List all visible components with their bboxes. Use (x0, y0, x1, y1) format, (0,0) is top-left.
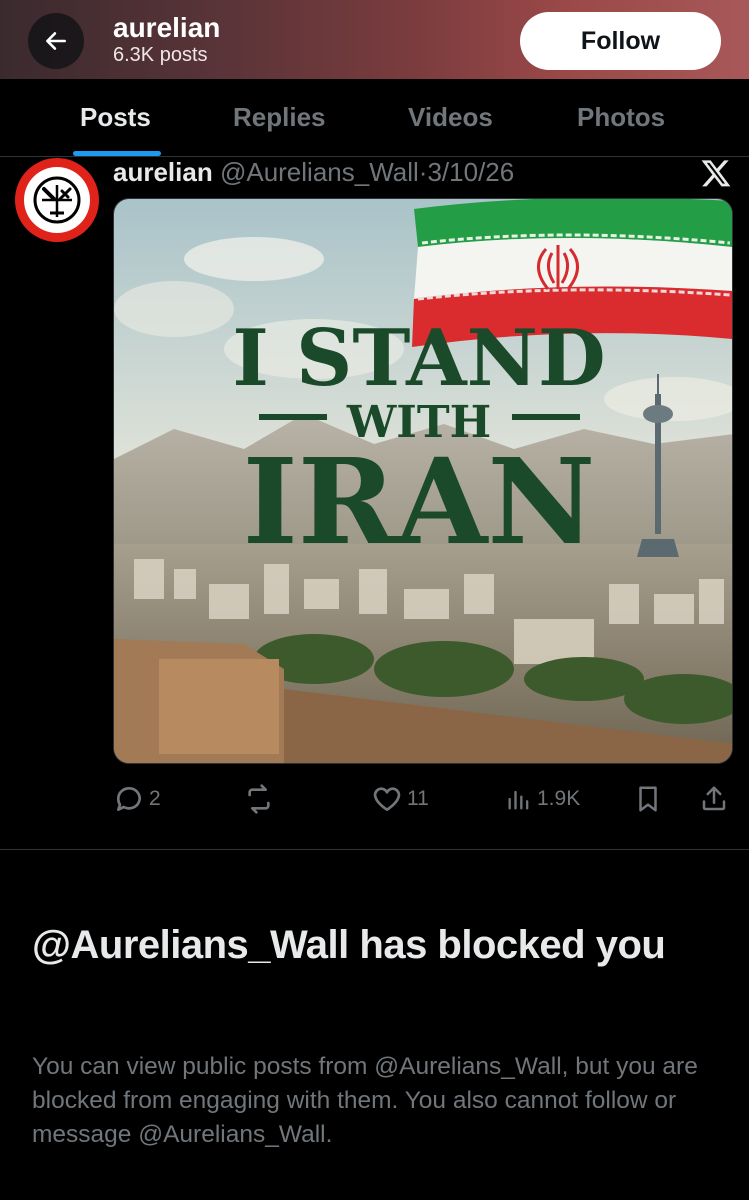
like-button[interactable]: 11 (371, 782, 429, 816)
avatar-emblem-icon (33, 176, 81, 224)
x-logo-icon (701, 160, 731, 187)
post-handle[interactable]: @Aurelians_Wall (220, 157, 419, 187)
reply-icon (116, 787, 141, 811)
block-notice-description: You can view public posts from @Aurelian… (32, 1053, 698, 1148)
block-notice-title: @Aurelians_Wall has blocked you (32, 923, 666, 967)
post-display-name[interactable]: aurelian (113, 157, 213, 187)
tab-replies[interactable]: Replies (233, 102, 326, 133)
tab-photos[interactable]: Photos (577, 102, 665, 133)
share-icon (702, 786, 726, 811)
profile-header: aurelian 6.3K posts Follow (0, 0, 749, 79)
reply-button[interactable]: 2 (113, 782, 161, 816)
reply-count: 2 (149, 787, 161, 810)
tab-videos[interactable]: Videos (408, 102, 493, 133)
avatar[interactable] (15, 158, 99, 242)
repost-button[interactable] (243, 782, 279, 816)
share-button[interactable] (699, 782, 729, 816)
tab-posts[interactable]: Posts (80, 102, 151, 133)
views-icon (508, 790, 529, 810)
post-date[interactable]: 3/10/26 (427, 157, 514, 187)
post-header: aurelian @Aurelians_Wall·3/10/26 (113, 157, 514, 187)
active-tab-indicator (73, 151, 161, 156)
bookmark-icon (639, 786, 657, 812)
header-post-count: 6.3K posts (113, 44, 208, 66)
section-divider (0, 849, 749, 850)
image-headline-line1: I STAND (232, 313, 605, 404)
like-count: 11 (407, 787, 429, 810)
follow-button[interactable]: Follow (520, 12, 721, 70)
post-image-graphic: I STAND WITH IRAN (114, 199, 732, 763)
views-count: 1.9K (537, 787, 581, 810)
back-arrow-icon (46, 32, 66, 50)
post-actions: 2 11 1.9K (113, 782, 733, 822)
views-button[interactable]: 1.9K (505, 782, 580, 816)
image-headline-line3: IRAN (243, 432, 596, 571)
profile-tabs: Posts Replies Videos Photos (0, 79, 749, 157)
post-image[interactable]: I STAND WITH IRAN (113, 198, 733, 764)
like-icon (373, 787, 401, 811)
bookmark-button[interactable] (633, 782, 663, 816)
back-button[interactable] (28, 13, 84, 69)
header-profile-name: aurelian (113, 12, 221, 43)
repost-icon (248, 784, 270, 814)
